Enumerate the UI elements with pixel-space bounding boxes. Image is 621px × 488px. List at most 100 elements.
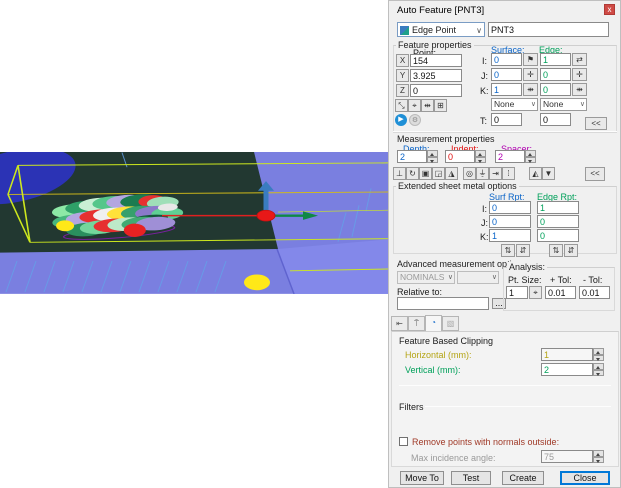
filter-tol-icon[interactable]: ▼	[542, 167, 555, 180]
horizontal-input[interactable]	[541, 348, 593, 361]
move-to-button[interactable]: Move To	[400, 471, 444, 485]
spacer-spin-down[interactable]	[525, 157, 536, 164]
close-icon[interactable]: x	[604, 4, 615, 15]
level-probe-icon[interactable]: ⏚	[476, 167, 489, 180]
tab-vision-icon[interactable]: ▧	[442, 316, 459, 331]
indent-spin-down[interactable]	[475, 157, 486, 164]
angled-plane-icon[interactable]: ◮	[445, 167, 458, 180]
corner-square-icon[interactable]: ◲	[432, 167, 445, 180]
extended-sheet-metal-label: Extended sheet metal options	[396, 181, 519, 191]
edge-j-input[interactable]	[540, 68, 571, 81]
surface-jvec-icon[interactable]: ✛	[523, 68, 538, 81]
esm-edge-i-input[interactable]	[537, 201, 579, 214]
rotate-path-icon[interactable]: ↻	[406, 167, 419, 180]
x-input[interactable]	[410, 54, 462, 67]
dots-path-icon[interactable]: ⁞	[502, 167, 515, 180]
auto-feature-dialog: Auto Feature [PNT3] x Edge Point ∨ Featu…	[388, 0, 621, 488]
esm-surf-k-input[interactable]	[489, 229, 531, 242]
y-input[interactable]	[410, 69, 462, 82]
edge-flip-vectors-icon[interactable]: ⇅	[549, 244, 563, 257]
create-button[interactable]: Create	[502, 471, 544, 485]
probe-icon[interactable]: ⌖	[529, 286, 542, 299]
remove-points-label: Remove points with normals outside:	[412, 437, 559, 447]
edge-swap-vectors-icon[interactable]: ⇵	[564, 244, 578, 257]
edge-none-value: None	[543, 99, 563, 109]
max-angle-spin-down[interactable]	[593, 457, 604, 464]
edge-none-select[interactable]: None∨	[540, 98, 587, 111]
3d-graphics-viewport[interactable]: PNT3	[0, 152, 388, 386]
cone-up-icon[interactable]: ◭	[529, 167, 542, 180]
collapse-measurement-button[interactable]: <<	[585, 167, 605, 181]
esm-surf-i-input[interactable]	[489, 201, 531, 214]
esm-j-label: J:	[481, 218, 488, 228]
indent-input[interactable]	[445, 150, 475, 163]
nominals-select[interactable]: NOMINALS∨	[397, 271, 455, 284]
close-button[interactable]: Close	[560, 471, 610, 485]
edge-kvec-icon[interactable]: ⇻	[572, 83, 587, 96]
offset-point-icon[interactable]: ⇹	[421, 99, 434, 112]
pt-size-input[interactable]	[506, 286, 528, 299]
cad-scene	[0, 152, 388, 386]
surface-k-input[interactable]	[491, 83, 522, 96]
max-incidence-angle-input[interactable]	[541, 450, 593, 463]
analysis-label: Analysis:	[507, 262, 547, 272]
play-icon[interactable]: ▶	[395, 114, 407, 126]
target-circle-icon[interactable]: ◎	[463, 167, 476, 180]
surface-j-input[interactable]	[491, 68, 522, 81]
tab-probe-icon[interactable]: ⍑	[408, 316, 425, 331]
chevron-down-icon: ∨	[531, 99, 536, 110]
chevron-down-icon: ∨	[476, 24, 482, 37]
collapse-feature-button[interactable]: <<	[585, 117, 607, 130]
square-move-icon[interactable]: ▣	[419, 167, 432, 180]
snap-grid-icon[interactable]: ⊞	[434, 99, 447, 112]
filters-label: Filters	[397, 402, 426, 412]
z-axis-button[interactable]: Z	[396, 84, 409, 97]
edge-k-input[interactable]	[540, 83, 571, 96]
gear-icon[interactable]: ⚙	[409, 114, 421, 126]
plus-tol-input[interactable]	[545, 286, 576, 299]
dialog-title: Auto Feature [PNT3]	[397, 6, 484, 16]
remove-points-checkbox[interactable]	[399, 437, 408, 446]
edge-i-input[interactable]	[540, 53, 571, 66]
depth-spin-down[interactable]	[427, 157, 438, 164]
z-input[interactable]	[410, 84, 462, 97]
minus-tol-input[interactable]	[579, 286, 610, 299]
t-row-label: T:	[480, 116, 487, 126]
nominals-value: NOMINALS	[400, 272, 444, 282]
surface-kvec-icon[interactable]: ⇻	[523, 83, 538, 96]
measure-find-icon[interactable]: ⌖	[408, 99, 421, 112]
surface-i-input[interactable]	[491, 53, 522, 66]
surface-none-select[interactable]: None∨	[491, 98, 538, 111]
esm-surf-j-input[interactable]	[489, 215, 531, 228]
i-row-label: I:	[482, 56, 487, 66]
surface-vector-icon[interactable]: ⚑	[523, 53, 538, 66]
perp-probe-icon[interactable]: ⊥	[393, 167, 406, 180]
spacer-input[interactable]	[495, 150, 525, 163]
tab-laser-icon[interactable]: ◔	[425, 315, 442, 331]
y-axis-button[interactable]: Y	[396, 69, 409, 82]
relative-to-input[interactable]	[397, 297, 489, 310]
test-button[interactable]: Test	[451, 471, 491, 485]
edge-t-input[interactable]	[540, 113, 571, 126]
surf-flip-vectors-icon[interactable]: ⇅	[501, 244, 515, 257]
esm-edge-k-input[interactable]	[537, 229, 579, 242]
nominals-mode-select[interactable]: ∨	[457, 271, 499, 284]
edge-vector-flip-icon[interactable]: ⇄	[572, 53, 587, 66]
pt-size-label: Pt. Size:	[508, 275, 542, 285]
k-row-label: K:	[480, 86, 489, 96]
vertical-input[interactable]	[541, 363, 593, 376]
feature-name-input[interactable]	[488, 22, 609, 37]
measurement-properties-label: Measurement properties	[395, 134, 497, 144]
step-forward-icon[interactable]: ⇥	[489, 167, 502, 180]
tab-contact-icon[interactable]: ⇤	[391, 316, 408, 331]
x-axis-button[interactable]: X	[396, 54, 409, 67]
vertical-spin-down[interactable]	[593, 370, 604, 377]
surf-swap-vectors-icon[interactable]: ⇵	[516, 244, 530, 257]
surface-t-input[interactable]	[491, 113, 522, 126]
depth-input[interactable]	[397, 150, 427, 163]
feature-type-select[interactable]: Edge Point ∨	[397, 22, 485, 37]
horizontal-spin-down[interactable]	[593, 355, 604, 362]
graph-pointer-icon[interactable]: ⤡	[395, 99, 408, 112]
esm-edge-j-input[interactable]	[537, 215, 579, 228]
edge-jvec-icon[interactable]: ✛	[572, 68, 587, 81]
